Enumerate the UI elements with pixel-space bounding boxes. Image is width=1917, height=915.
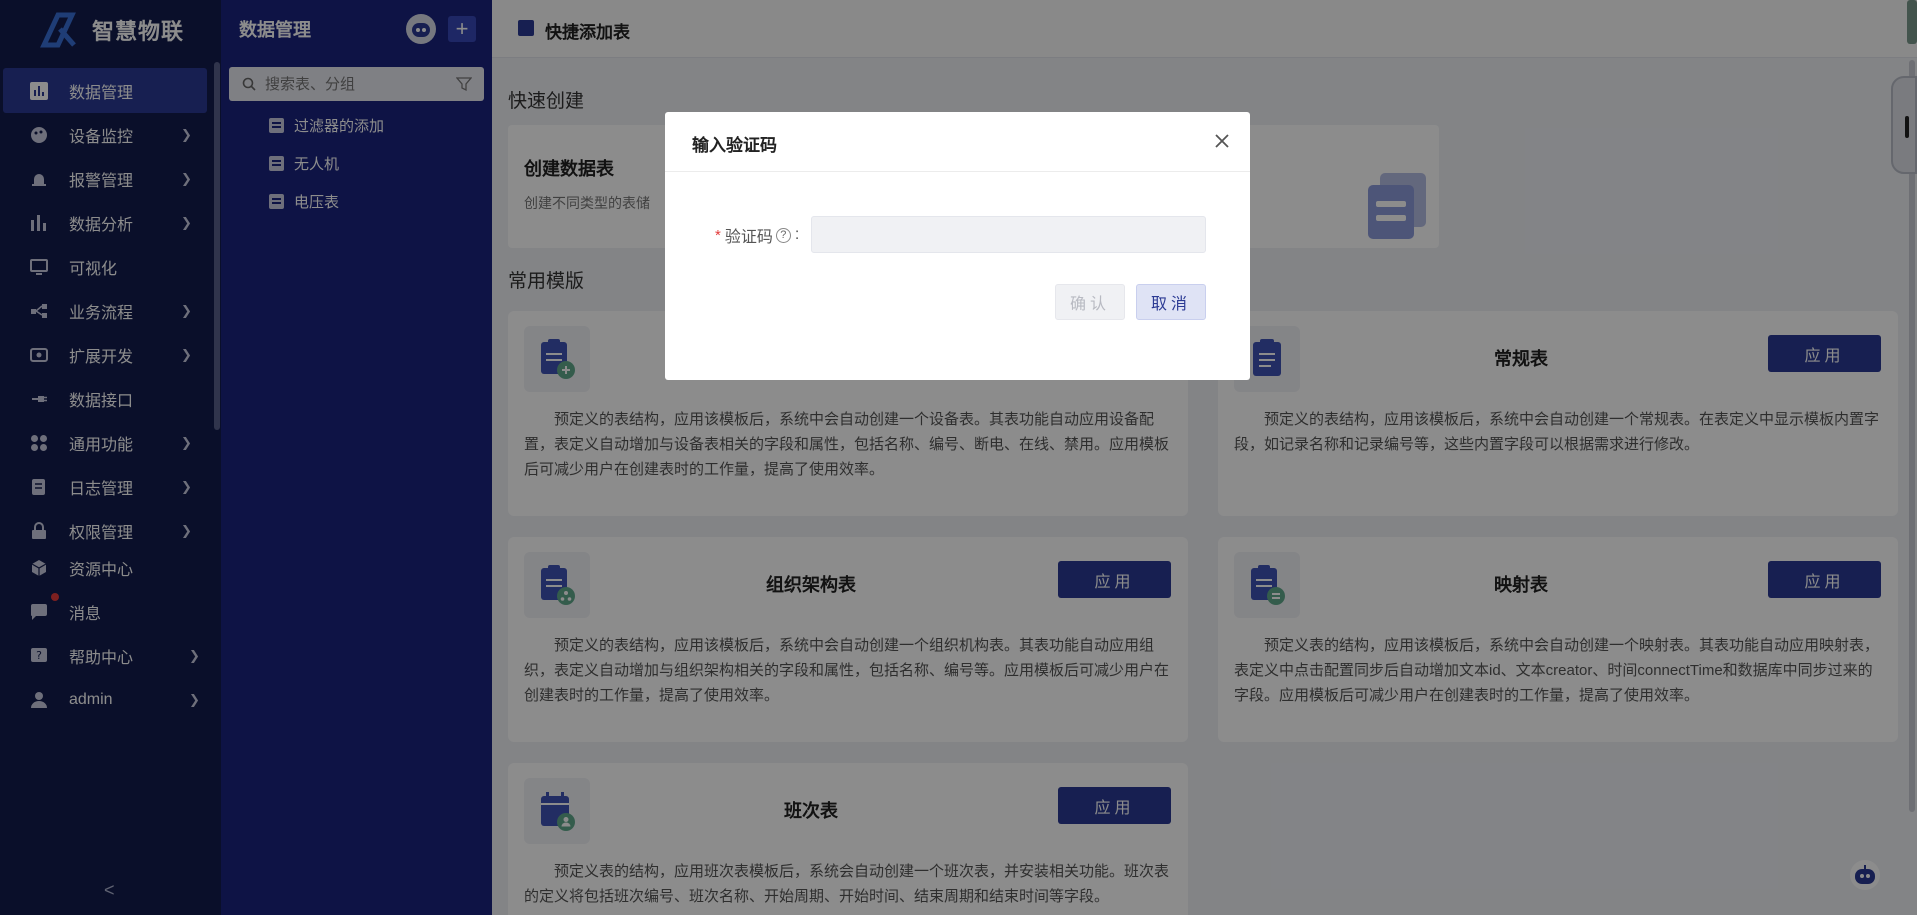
verification-code-row: * 验证码 ? : bbox=[715, 217, 799, 253]
confirm-button[interactable]: 确认 bbox=[1055, 284, 1125, 320]
close-icon[interactable] bbox=[1211, 130, 1233, 152]
verification-code-input[interactable] bbox=[811, 216, 1206, 253]
required-mark: * bbox=[715, 226, 721, 244]
question-icon[interactable]: ? bbox=[775, 227, 791, 243]
dialog-header: 输入验证码 bbox=[665, 112, 1250, 172]
field-label: 验证码 bbox=[724, 229, 773, 246]
cancel-button[interactable]: 取消 bbox=[1136, 284, 1206, 320]
label-colon: : bbox=[794, 226, 800, 243]
app-root: 智慧物联 数据管理 设备监控 ❯ 报警管理 ❯ 数据分析 ❯ 可视化 业务流程 … bbox=[0, 0, 1917, 915]
verification-code-dialog: 输入验证码 * 验证码 ? : 确认 取消 bbox=[665, 112, 1250, 380]
dialog-title: 输入验证码 bbox=[692, 136, 777, 155]
